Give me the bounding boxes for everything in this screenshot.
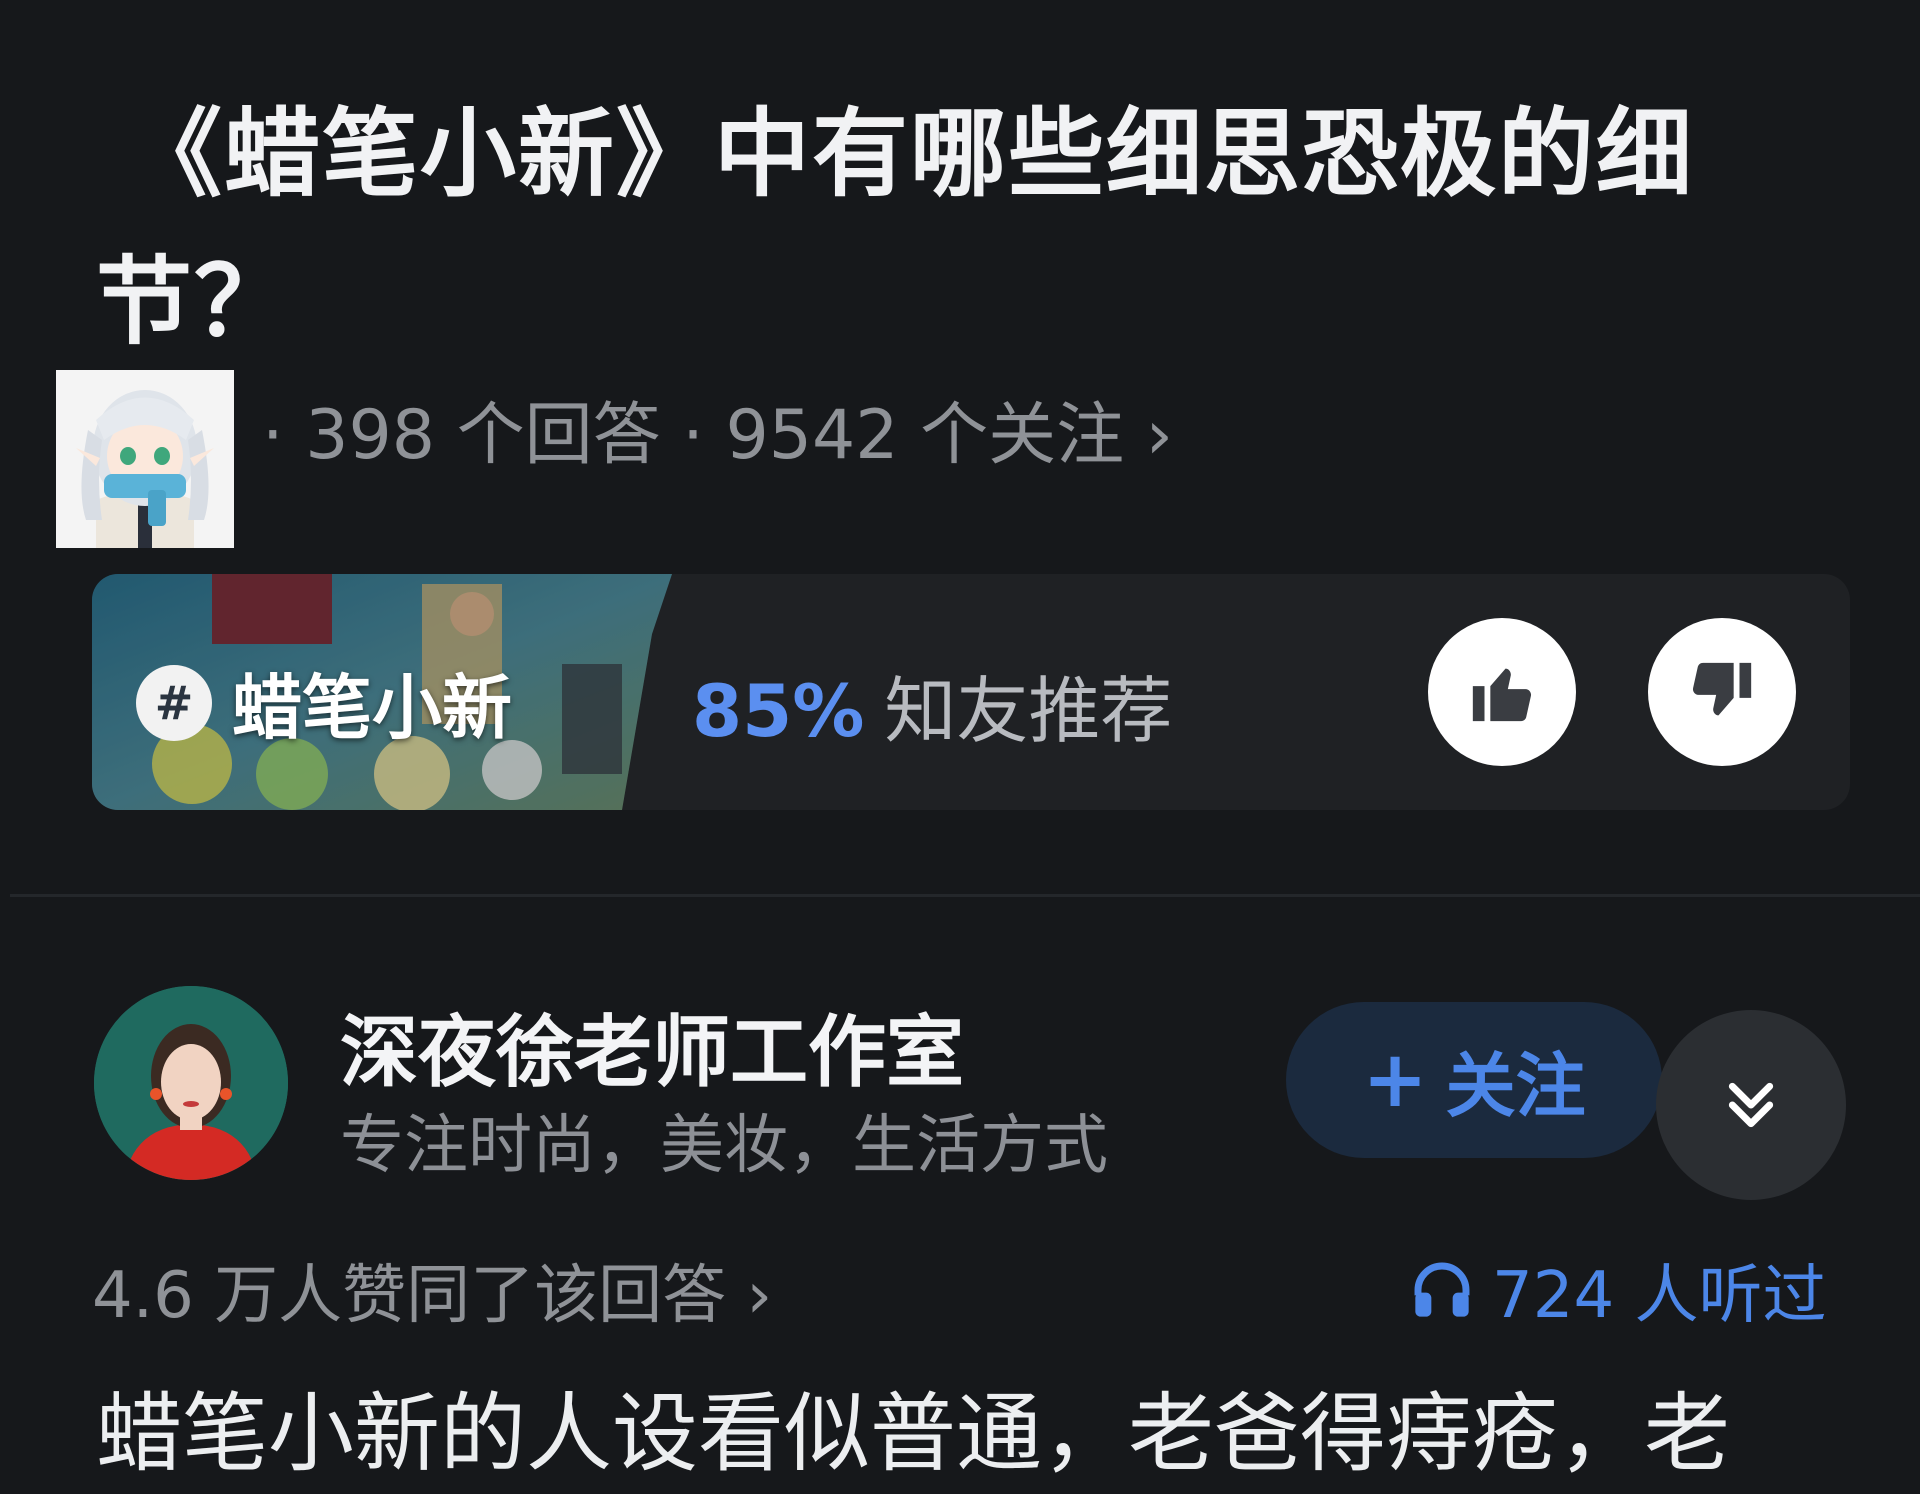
author-name[interactable]: 深夜徐老师工作室 — [340, 990, 964, 1102]
anime-avatar-illustration — [56, 370, 234, 548]
author-photo — [94, 986, 288, 1180]
question-title[interactable]: 《蜡笔小新》中有哪些细思恐极的细 节？ — [96, 80, 1796, 376]
follow-label: 关注 — [1445, 1044, 1586, 1127]
double-chevron-down-icon — [1728, 1082, 1774, 1128]
headphones-icon — [1414, 1262, 1470, 1317]
topic-card[interactable]: # 蜡笔小新 85% 知友推荐 — [92, 574, 1850, 810]
recommend-percent: 85% — [692, 669, 865, 753]
expand-button[interactable] — [1656, 1010, 1846, 1200]
question-title-line-2: 节？ — [96, 246, 292, 358]
recommend-rate: 85% 知友推荐 — [692, 652, 1172, 757]
thumbs-up-button[interactable] — [1428, 618, 1576, 766]
listen-count-label: 724 人听过 — [1492, 1259, 1827, 1333]
thumbs-up-icon — [1472, 668, 1532, 722]
thumbs-down-icon — [1692, 662, 1752, 716]
thumbs-down-button[interactable] — [1648, 618, 1796, 766]
hashtag-icon: # — [136, 664, 212, 741]
listen-count[interactable]: 724 人听过 — [1410, 1244, 1827, 1336]
answer-body-preview[interactable]: 蜡笔小新的人设看似普通，老爸得痔疮，老 — [96, 1374, 1856, 1494]
topic-badge: # 蜡笔小新 — [136, 652, 512, 753]
asker-avatar[interactable] — [56, 370, 234, 548]
recommend-label: 知友推荐 — [884, 669, 1173, 753]
section-divider — [10, 894, 1920, 897]
question-stats[interactable]: · 398 个回答 · 9542 个关注 › — [262, 398, 1173, 474]
author-bio: 专注时尚，美妆，生活方式 — [340, 1109, 1108, 1183]
follow-button[interactable]: + 关注 — [1286, 1002, 1662, 1158]
plus-icon: + — [1362, 1035, 1428, 1125]
agree-count-link[interactable]: 4.6 万人赞同了该回答 › — [92, 1244, 772, 1336]
author-avatar[interactable] — [94, 986, 288, 1180]
topic-name: 蜡笔小新 — [232, 667, 512, 749]
question-title-line-1: 《蜡笔小新》中有哪些细思恐极的细 — [126, 98, 1694, 210]
